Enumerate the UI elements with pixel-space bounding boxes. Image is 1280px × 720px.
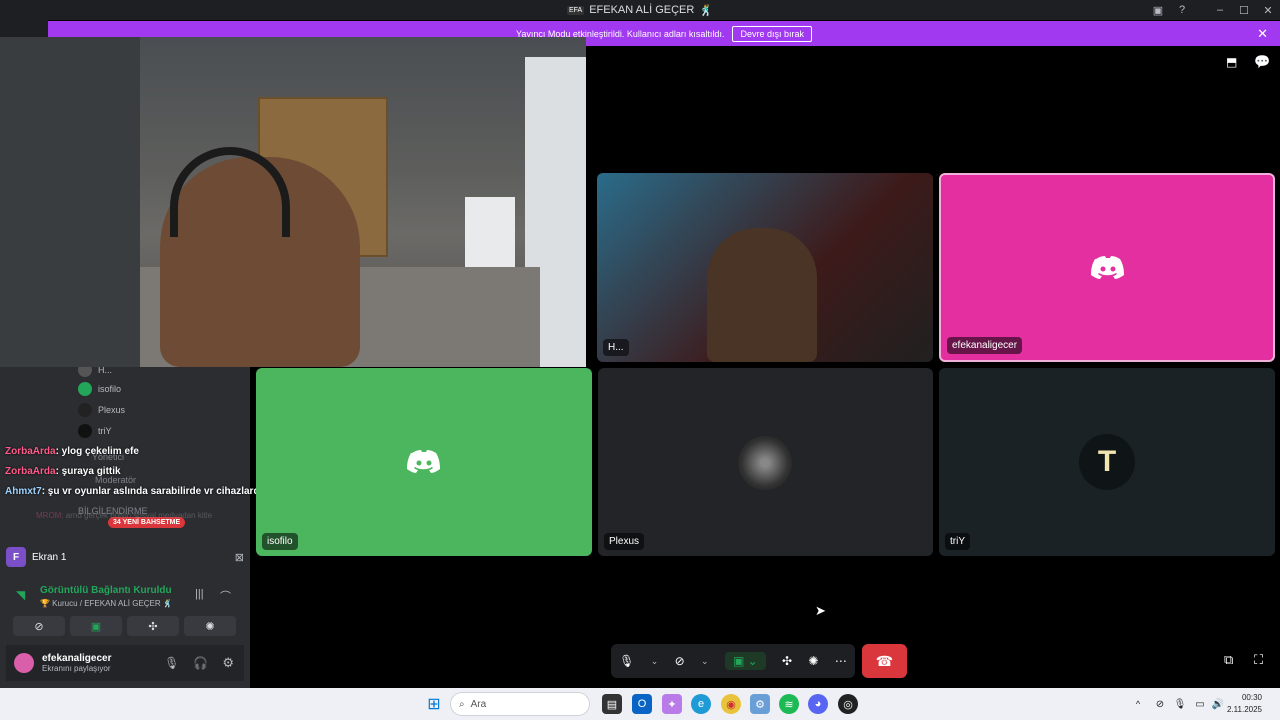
system-clock[interactable]: 00:30 2.11.2025 [1227,692,1262,716]
clock-date: 2.11.2025 [1227,705,1262,714]
camera-off-button[interactable]: ⊘ [13,616,65,636]
windows-start-icon[interactable]: ⊞ [424,694,444,714]
settings-app-icon[interactable]: ⚙ [750,694,770,714]
tray-network-icon[interactable]: ⊘ [1150,694,1170,714]
participant-tile-isofilo[interactable]: isofilo [256,368,592,556]
maximize-button[interactable]: ☐ [1232,4,1256,17]
chat-line: ZorbaArda: şuraya gittik [5,466,121,477]
tile-name-label: triY [945,533,970,550]
participant-tile-plexus[interactable]: Plexus [598,368,933,556]
voice-connection-status: ◥ Görüntülü Bağlantı Kuruldu 🏆 Kurucu / … [10,582,245,612]
webcam-overlay [0,37,586,367]
bookmark-icon[interactable]: ⬒ [1226,55,1237,69]
triy-avatar: T [1079,434,1135,490]
discord-icon [407,450,440,473]
participant-video [707,228,817,362]
windows-taskbar: ⊞ ⌕ Ara ▤ O ✦ e ◉ ⚙ ≋ ◕ ◎ ^ ⊘ 🎙 ▭ 🔊 00:3… [0,688,1280,720]
tray-speaker-icon[interactable]: 🔊 [1208,694,1228,714]
participant-tile[interactable]: H... [597,173,933,362]
stop-share-icon[interactable]: ⊠ [235,551,244,564]
activities-button[interactable]: ✣ [127,616,179,636]
avatar [78,382,92,396]
chrome-icon[interactable]: ◉ [721,694,741,714]
activities-icon: ✣ [148,620,158,633]
user-panel: efekanaligecer Ekranını paylaşıyor 🎙 🎧 ⚙ [6,645,244,681]
tile-name-label: efekanaligecer [947,337,1023,354]
screen-avatar: F [6,547,26,567]
noise-suppression-icon[interactable]: ||| [195,588,204,600]
connection-channel: 🏆 Kurucu / EFEKAN ALİ GEÇER 🕺 [40,599,173,608]
window-title: EFEKAN ALİ GEÇER [589,4,695,16]
avatar [78,403,92,417]
screen-share-button[interactable]: ▣ [70,616,122,636]
window-title-suffix: 🕺 [699,4,714,17]
taskbar-search[interactable]: ⌕ Ara [450,692,590,716]
connection-status: Görüntülü Bağlantı Kuruldu [40,585,172,596]
camera-off-toggle[interactable]: ⊘ [675,654,685,668]
close-button[interactable]: ✕ [1256,4,1280,17]
discord-icon [1091,256,1124,279]
settings-gear-icon[interactable]: ⚙ [222,655,234,671]
task-view-icon[interactable]: ▤ [602,694,622,714]
left-curtain [0,37,140,367]
share-screen-toggle[interactable]: ▣ ⌄ [724,652,766,670]
spotify-icon[interactable]: ≋ [779,694,799,714]
username: efekanaligecer [42,653,112,664]
user-avatar[interactable] [14,653,34,673]
tile-name-label: H... [603,339,629,356]
signal-icon[interactable]: ◥ [16,588,25,602]
plexus-avatar [738,436,792,490]
help-icon[interactable]: ? [1170,4,1194,16]
search-placeholder: Ara [470,698,487,710]
ghost-chat: MROM: arnd gerçek bulyin sosyal medyadan… [36,511,213,520]
disconnect-icon[interactable]: ⌒ [220,588,231,604]
disable-streamer-mode-button[interactable]: Devre dışı bırak [732,25,812,42]
soundboard-toggle[interactable]: ✺ [808,654,818,668]
minimize-button[interactable]: – [1208,4,1232,16]
voice-member[interactable]: Plexus [78,403,125,417]
more-options-icon[interactable]: ⋯ [835,654,847,668]
participant-tile-triy[interactable]: T triY [939,368,1275,556]
tile-name-label: Plexus [604,533,645,550]
screen-share-icon: ▣ [90,620,102,633]
copilot-icon[interactable]: ✦ [662,694,682,714]
tile-name-label: isofilo [262,533,298,550]
camera-off-icon: ⊘ [34,620,44,633]
close-banner-icon[interactable]: ✕ [1257,26,1268,42]
outlook-icon[interactable]: O [632,694,652,714]
screen-share-panel: F Ekran 1 ⊠ [6,543,244,571]
voice-member[interactable]: triY [78,424,112,438]
soundboard-button[interactable]: ✺ [184,616,236,636]
search-icon: ⌕ [459,698,465,710]
chat-bubble-icon[interactable]: 💬 [1254,54,1270,70]
screen-label: Ekran 1 [32,551,67,563]
soundboard-icon: ✺ [205,620,215,633]
tray-chevron-icon[interactable]: ^ [1128,694,1148,714]
fullscreen-icon[interactable]: ⛶ [1254,652,1263,668]
mic-button[interactable]: 🎙 [619,654,634,668]
window-titlebar: EFA EFEKAN ALİ GEÇER 🕺 ▣ ? – ☐ ✕ [0,0,1280,20]
discord-taskbar-icon[interactable]: ◕ [808,694,828,714]
tray-monitor-icon[interactable]: ▭ [1190,694,1210,714]
mic-options-chevron-icon[interactable]: ⌄ [651,656,659,667]
participant-tile-efekanaligecer[interactable]: efekanaligecer [939,173,1275,362]
camera-options-chevron-icon[interactable]: ⌄ [701,656,709,667]
clock-time: 00:30 [1241,693,1262,702]
obs-icon[interactable]: ◎ [838,694,858,714]
inbox-icon[interactable]: ▣ [1146,4,1170,17]
tray-mic-icon[interactable]: 🎙 [1170,694,1190,714]
mouse-cursor-icon: ➤ [815,603,826,618]
activities-toggle[interactable]: ✣ [782,654,792,668]
chat-line: ZorbaArda: ylog çekelim efe [5,446,139,457]
voice-member[interactable]: isofilo [78,382,121,396]
microphone-icon[interactable]: 🎙 [164,656,179,670]
edge-icon[interactable]: e [691,694,711,714]
server-icon: EFA [566,5,585,15]
avatar [78,424,92,438]
call-controls: 🎙 ⌄ ⊘ ⌄ ▣ ⌄ ✣ ✺ ⋯ [611,644,855,678]
hang-up-button[interactable]: ☎ [862,644,907,678]
headphones-icon[interactable]: 🎧 [193,656,208,670]
popout-icon[interactable]: ⧉ [1224,652,1233,668]
user-status: Ekranını paylaşıyor [42,664,111,673]
